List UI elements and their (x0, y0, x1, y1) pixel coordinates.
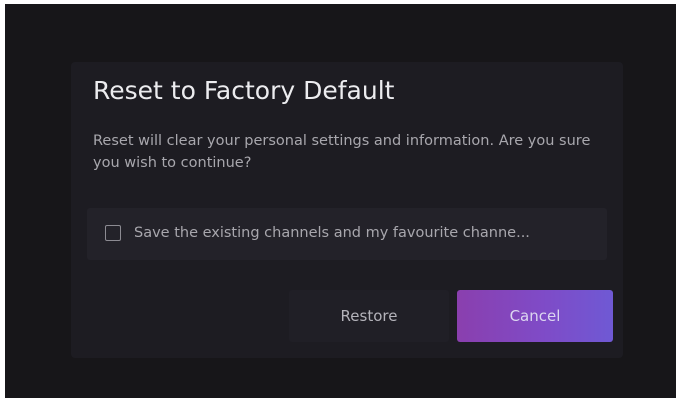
cancel-button[interactable]: Cancel (457, 290, 613, 342)
cancel-button-label: Cancel (509, 307, 561, 325)
restore-button[interactable]: Restore (289, 290, 449, 342)
restore-button-label: Restore (340, 307, 398, 325)
dialog-title: Reset to Factory Default (93, 76, 395, 105)
save-channels-label: Save the existing channels and my favour… (134, 225, 530, 241)
tv-screen: Reset to Factory Default Reset will clea… (5, 4, 676, 398)
save-channels-checkbox[interactable] (105, 225, 121, 241)
reset-dialog: Reset to Factory Default Reset will clea… (71, 62, 623, 358)
dialog-message: Reset will clear your personal settings … (93, 133, 591, 171)
save-channels-option[interactable]: Save the existing channels and my favour… (87, 208, 607, 260)
